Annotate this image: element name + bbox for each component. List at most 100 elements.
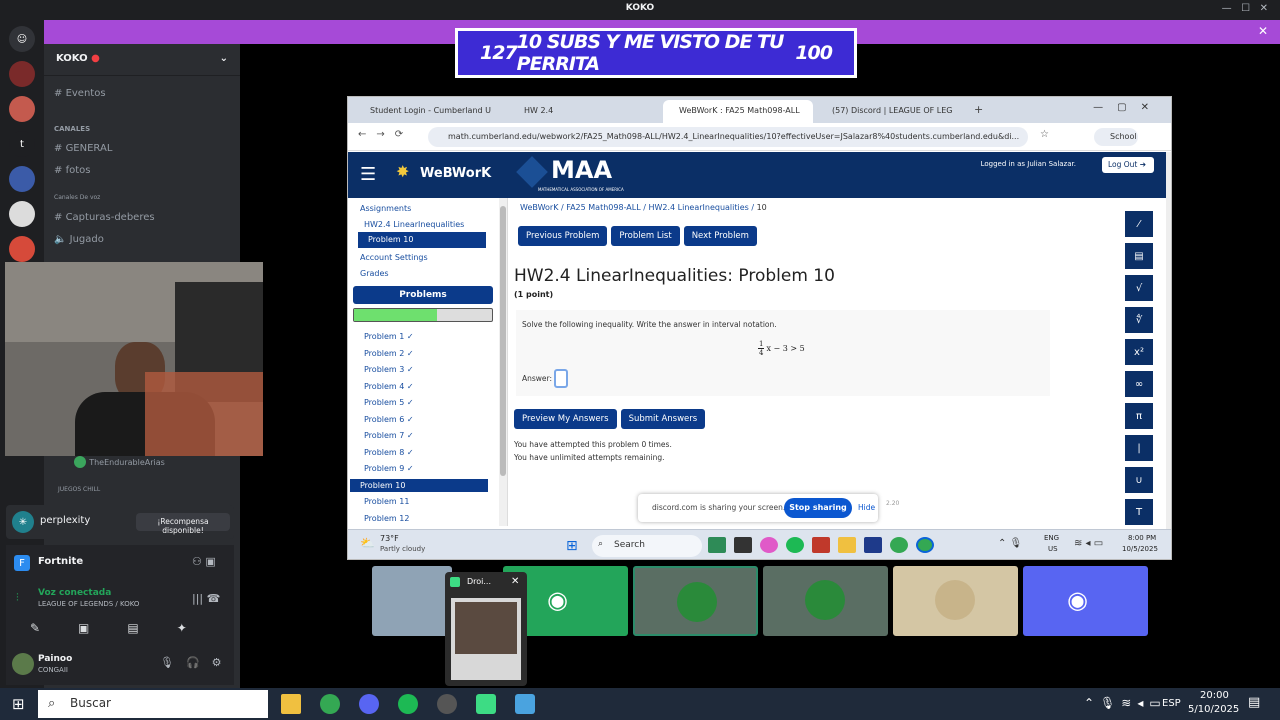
preview-answers-button[interactable]: Preview My Answers (514, 409, 617, 429)
stop-sharing-button[interactable]: Stop sharing (784, 498, 852, 518)
problem-link[interactable]: Problem 8 ✓ (364, 448, 414, 457)
new-tab-icon[interactable]: + (974, 103, 983, 116)
sqrt-icon[interactable]: √ (1124, 274, 1154, 302)
previous-problem-button[interactable]: Previous Problem (518, 226, 608, 246)
nav-assignments[interactable]: Assignments (360, 204, 411, 213)
problem-link[interactable]: Problem 1 ✓ (364, 332, 414, 341)
discord-home-icon[interactable]: ☺ (9, 26, 35, 52)
server-icon[interactable]: t (9, 131, 35, 157)
server-icon[interactable] (9, 96, 35, 122)
tab-discord[interactable]: (57) Discord | LEAGUE OF LEG (816, 100, 966, 123)
mic-headset-settings-icons[interactable]: 🎙🎧⚙ (160, 656, 234, 669)
nav-set[interactable]: HW2.4 LinearInequalities (364, 220, 464, 229)
server-icon[interactable] (9, 236, 35, 262)
server-icon[interactable] (9, 201, 35, 227)
participant-tile[interactable]: ◉ (1023, 566, 1148, 636)
clock-date[interactable]: 5/10/2025 (1188, 704, 1239, 715)
windows-start-icon[interactable]: ⊞ (12, 695, 25, 713)
weather-temp[interactable]: 73°F (380, 534, 399, 543)
problem-link[interactable]: Problem 7 ✓ (364, 431, 414, 440)
app-icon[interactable] (515, 694, 535, 714)
clock-time[interactable]: 20:00 (1200, 690, 1229, 701)
close-icon[interactable]: ✕ (511, 576, 519, 587)
avatar[interactable] (12, 653, 34, 675)
problem-link[interactable]: Problem 2 ✓ (364, 349, 414, 358)
app-icon[interactable] (864, 537, 882, 553)
participant-tile[interactable] (763, 566, 888, 636)
inner-search-box[interactable]: Search (592, 535, 702, 557)
chrome-icon[interactable] (916, 537, 934, 553)
problem-link[interactable]: Problem 6 ✓ (364, 415, 414, 424)
inner-lang[interactable]: ENG (1044, 534, 1059, 542)
problem-link[interactable]: Problem 9 ✓ (364, 464, 414, 473)
app-icon[interactable] (437, 694, 457, 714)
folder-icon[interactable] (838, 537, 856, 553)
chrome-icon[interactable] (320, 694, 340, 714)
app-icon[interactable] (708, 537, 726, 553)
weather-desc[interactable]: Partly cloudy (380, 545, 425, 553)
notifications-icon[interactable]: ▤ (1248, 695, 1260, 710)
nth-root-icon[interactable]: ∜ (1124, 306, 1154, 334)
category-voice[interactable]: Canales De voz (54, 194, 234, 201)
fraction-icon[interactable]: ⁄ (1124, 210, 1154, 238)
exponent-icon[interactable]: x² (1124, 338, 1154, 366)
tab-webwork[interactable]: WeBWorK : FA25 Math098-ALL (663, 100, 813, 123)
next-problem-button[interactable]: Next Problem (683, 226, 757, 246)
android-icon[interactable] (476, 694, 496, 714)
voice-status[interactable]: Voz conectada (38, 588, 111, 598)
voice-controls[interactable]: ✎▣▤✦ (30, 621, 225, 635)
problem-link[interactable]: Problem 10 (350, 478, 488, 492)
activity-actions-icon[interactable]: ⚇ ▣ (192, 555, 216, 568)
logout-button[interactable]: Log Out ➔ (1102, 157, 1154, 173)
app-icon[interactable] (734, 537, 752, 553)
server-icon[interactable] (9, 61, 35, 87)
app-icon[interactable] (760, 537, 778, 553)
nav-buttons[interactable]: ←→⟳ (358, 129, 413, 140)
voice-user[interactable]: TheEndurableArias (74, 456, 254, 468)
problem-link[interactable]: Problem 5 ✓ (364, 398, 414, 407)
start-icon[interactable]: ⊞ (566, 538, 578, 554)
screen-share-thumbnail[interactable] (372, 566, 452, 636)
close-icon[interactable]: ✕ (1258, 24, 1268, 38)
voice-location[interactable]: LEAGUE OF LEGENDS / KOKO (38, 600, 139, 608)
disconnect-icon[interactable]: ||| ☎ (192, 592, 220, 605)
spotify-icon[interactable] (786, 537, 804, 553)
channel-general[interactable]: # GENERAL (54, 143, 234, 154)
participant-tile[interactable] (893, 566, 1018, 636)
problem-link[interactable]: Problem 4 ✓ (364, 382, 414, 391)
tray-icons[interactable]: ⌃ 🎙 (998, 538, 1022, 549)
taskbar-preview-popup[interactable]: Droi... ✕ (445, 572, 527, 686)
tab-student-login[interactable]: Student Login - Cumberland U (354, 100, 504, 123)
app-icon[interactable] (812, 537, 830, 553)
problem-link[interactable]: Problem 12 (364, 514, 409, 523)
page-scrollbar[interactable] (1166, 152, 1171, 529)
crumb[interactable]: HW2.4 LinearInequalities (648, 203, 748, 212)
bookmark-icon[interactable]: ☆ (1040, 129, 1049, 140)
inner-date[interactable]: 10/5/2025 (1122, 545, 1158, 553)
infinity-icon[interactable]: ∞ (1124, 370, 1154, 398)
app-icon[interactable] (359, 694, 379, 714)
server-icon[interactable] (9, 166, 35, 192)
problem-list-button[interactable]: Problem List (611, 226, 680, 246)
tab-hw[interactable]: HW 2.4 (508, 100, 658, 123)
url-field[interactable]: math.cumberland.edu/webwork2/FA25_Math09… (428, 127, 1028, 147)
answer-input[interactable] (554, 369, 568, 388)
problem-link[interactable]: Problem 11 (364, 497, 409, 506)
channel-captures[interactable]: # Capturas-deberes (54, 212, 234, 223)
mixed-fraction-icon[interactable]: ▤ (1124, 242, 1154, 270)
chrome-icon[interactable] (890, 537, 908, 553)
crumb[interactable]: WeBWorK (520, 203, 558, 212)
text-icon[interactable]: T (1124, 498, 1154, 526)
submit-answers-button[interactable]: Submit Answers (620, 409, 706, 429)
network-volume-icons[interactable]: ≋ ◂ ▭ (1074, 538, 1103, 549)
lang-indicator[interactable]: ESP (1162, 698, 1181, 709)
taskbar-search[interactable]: Buscar (38, 690, 268, 718)
participant-tile[interactable] (633, 566, 758, 636)
nav-grades[interactable]: Grades (360, 269, 389, 278)
server-header[interactable]: KOKO ● ⌄ (44, 44, 240, 76)
inner-region[interactable]: US (1048, 545, 1058, 553)
webwork-logo[interactable]: WeBWorK (420, 166, 491, 181)
union-icon[interactable]: ∪ (1124, 466, 1154, 494)
crumb[interactable]: FA25 Math098-ALL (566, 203, 640, 212)
window-controls[interactable]: — ☐ ✕ (1222, 3, 1268, 14)
